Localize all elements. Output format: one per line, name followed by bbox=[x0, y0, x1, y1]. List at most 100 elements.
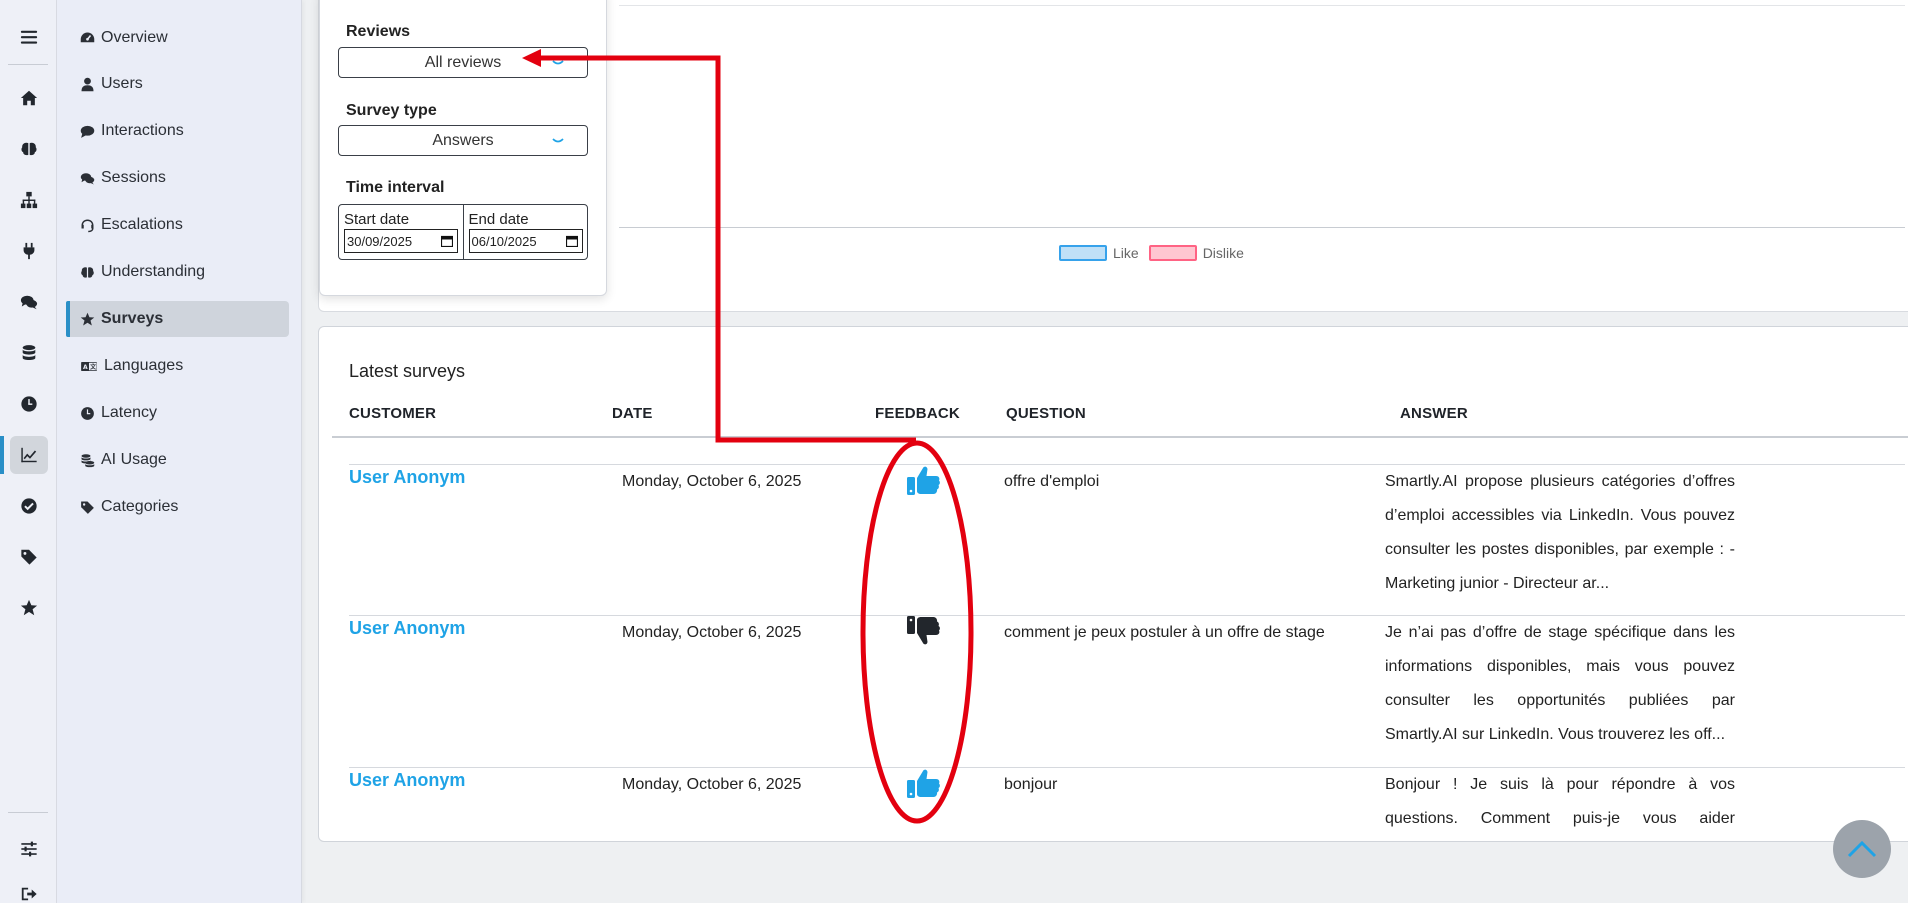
plug-icon[interactable] bbox=[10, 232, 48, 270]
column-header-answer[interactable]: ANSWER bbox=[1400, 405, 1468, 422]
filter-panel: Reviews All reviews Survey type Answers … bbox=[319, 0, 607, 296]
survey-answer: Bonjour ! Je suis là pour répondre à vos… bbox=[1385, 776, 1735, 827]
language-icon: A文 bbox=[81, 361, 97, 371]
survey-question: bonjour bbox=[1004, 776, 1058, 793]
menu-icon[interactable] bbox=[10, 18, 48, 56]
subnav-item-users[interactable]: Users bbox=[66, 66, 289, 102]
subnav-item-label: Escalations bbox=[101, 216, 183, 233]
thumbs-up-icon bbox=[907, 466, 940, 495]
brain-icon bbox=[81, 266, 94, 278]
latest-surveys-title: Latest surveys bbox=[349, 361, 466, 381]
subnav-item-languages[interactable]: A文 Languages bbox=[66, 348, 289, 384]
subnav-item-ai-usage[interactable]: AI Usage bbox=[66, 442, 289, 478]
subnav-item-label: AI Usage bbox=[101, 451, 167, 468]
headset-icon bbox=[81, 219, 94, 232]
legend-item-dislike[interactable]: Dislike bbox=[1148, 245, 1244, 261]
thumbs-down-icon bbox=[907, 616, 940, 645]
thumbs-up-icon bbox=[907, 769, 940, 798]
end-date-input[interactable]: 06/10/2025 bbox=[468, 229, 583, 253]
column-header-customer[interactable]: CUSTOMER bbox=[349, 405, 436, 422]
coins-icon bbox=[81, 453, 95, 467]
subnav-item-understanding[interactable]: Understanding bbox=[66, 254, 289, 290]
customer-link[interactable]: User Anonym bbox=[349, 618, 465, 639]
legend-item-like[interactable]: Like bbox=[1059, 245, 1139, 261]
legend-label: Like bbox=[1113, 245, 1139, 261]
time-interval-label: Time interval bbox=[346, 179, 445, 196]
check-circle-icon[interactable] bbox=[10, 487, 48, 525]
chevron-down-icon bbox=[552, 138, 564, 143]
subnav-item-sessions[interactable]: Sessions bbox=[66, 160, 289, 196]
user-icon bbox=[81, 77, 94, 91]
chevron-up-icon bbox=[1847, 840, 1877, 858]
end-date-group: End date 06/10/2025 bbox=[462, 205, 588, 259]
reviews-select-value: All reviews bbox=[424, 53, 502, 71]
sliders-icon[interactable] bbox=[10, 830, 48, 868]
calendar-icon[interactable] bbox=[565, 235, 578, 247]
subnav-item-label: Users bbox=[101, 75, 143, 92]
chart-gridline bbox=[619, 5, 1905, 6]
calendar-icon[interactable] bbox=[441, 235, 453, 247]
end-date-label: End date bbox=[468, 211, 529, 228]
chart-x-axis bbox=[619, 227, 1905, 228]
survey-question: offre d'emploi bbox=[1004, 473, 1100, 490]
sitemap-icon[interactable] bbox=[10, 181, 48, 219]
subnav-item-label: Categories bbox=[101, 498, 179, 515]
icon-rail bbox=[0, 0, 57, 903]
subnav-item-interactions[interactable]: Interactions bbox=[66, 113, 289, 149]
customer-link[interactable]: User Anonym bbox=[349, 770, 465, 791]
reviews-label: Reviews bbox=[346, 23, 411, 40]
subnav-item-label: Latency bbox=[101, 404, 158, 421]
subnav-item-latency[interactable]: Latency bbox=[66, 395, 289, 431]
column-header-date[interactable]: DATE bbox=[612, 405, 653, 422]
column-header-question[interactable]: QUESTION bbox=[1006, 405, 1086, 422]
chart-line-icon[interactable] bbox=[0, 436, 48, 474]
clock-icon bbox=[81, 406, 94, 420]
subnav-item-label: Surveys bbox=[101, 310, 164, 327]
start-date-group: Start date 30/09/2025 bbox=[339, 205, 463, 259]
subnav-item-label: Overview bbox=[101, 29, 168, 46]
reviews-select[interactable]: All reviews bbox=[338, 47, 588, 78]
analytics-subnav: Overview Users Interactions Sessions Esc… bbox=[57, 0, 302, 903]
main-content: Like Dislike Reviews All reviews Survey … bbox=[302, 0, 1908, 903]
chart-legend: Like Dislike bbox=[1059, 245, 1254, 261]
start-date-label: Start date bbox=[344, 211, 410, 228]
column-header-feedback[interactable]: FEEDBACK bbox=[875, 405, 960, 422]
end-date-value: 06/10/2025 bbox=[471, 233, 537, 249]
subnav-item-escalations[interactable]: Escalations bbox=[66, 207, 289, 243]
legend-swatch-dislike bbox=[1148, 245, 1197, 261]
clock-icon[interactable] bbox=[10, 385, 48, 423]
subnav-item-label: Understanding bbox=[101, 263, 206, 280]
subnav-item-label: Languages bbox=[104, 357, 184, 374]
legend-swatch-like bbox=[1059, 245, 1107, 261]
subnav-item-label: Interactions bbox=[101, 122, 184, 139]
subnav-item-categories[interactable]: Categories bbox=[66, 489, 289, 525]
tag-icon[interactable] bbox=[10, 538, 48, 576]
logout-icon[interactable] bbox=[10, 875, 48, 903]
rail-divider bbox=[8, 64, 48, 65]
start-date-input[interactable]: 30/09/2025 bbox=[344, 229, 458, 253]
survey-date: Monday, October 6, 2025 bbox=[622, 624, 802, 641]
home-icon[interactable] bbox=[10, 79, 48, 117]
comment-icon bbox=[80, 125, 95, 138]
star-icon bbox=[80, 312, 95, 325]
survey-answer: Smartly.AI propose plusieurs catégories … bbox=[1385, 473, 1735, 592]
svg-text:文: 文 bbox=[89, 363, 97, 371]
svg-text:A: A bbox=[83, 364, 88, 371]
comments-icon[interactable] bbox=[10, 283, 48, 321]
customer-link[interactable]: User Anonym bbox=[349, 467, 465, 488]
comments-icon bbox=[80, 172, 95, 184]
survey-date: Monday, October 6, 2025 bbox=[622, 473, 802, 490]
brain-icon[interactable] bbox=[10, 130, 48, 168]
survey-type-select[interactable]: Answers bbox=[338, 125, 588, 156]
chevron-down-icon bbox=[552, 60, 564, 65]
scroll-to-top-button[interactable] bbox=[1833, 820, 1891, 878]
survey-date: Monday, October 6, 2025 bbox=[622, 776, 802, 793]
table-header-divider bbox=[332, 436, 1908, 438]
database-icon[interactable] bbox=[10, 334, 48, 372]
star-icon[interactable] bbox=[10, 589, 48, 627]
start-date-value: 30/09/2025 bbox=[347, 233, 413, 249]
subnav-item-overview[interactable]: Overview bbox=[66, 20, 289, 56]
subnav-item-surveys[interactable]: Surveys bbox=[66, 301, 289, 337]
latest-surveys-card: Latest surveys CUSTOMER DATE FEEDBACK QU… bbox=[318, 326, 1908, 842]
survey-question: comment je peux postuler à un offre de s… bbox=[1004, 624, 1325, 641]
